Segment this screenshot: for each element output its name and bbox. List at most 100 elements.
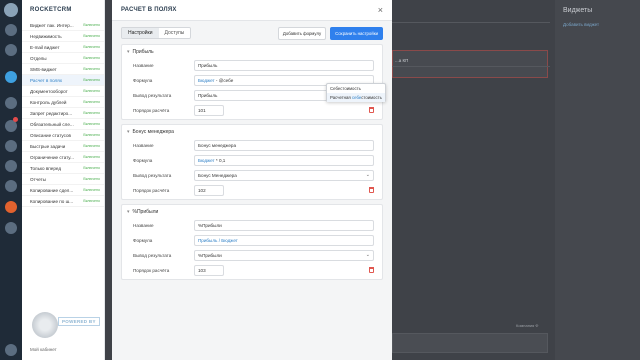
- sidebar-item[interactable]: Только вперед Включено: [22, 163, 104, 174]
- left-nav-rail: [0, 0, 22, 360]
- field-reference: Бюджет: [198, 158, 215, 163]
- sidebar-item[interactable]: Ограничение стату... Включено: [22, 152, 104, 163]
- name-input[interactable]: Бонус менеджера: [194, 140, 374, 151]
- sidebar-item[interactable]: Копирование по ш... Включено: [22, 196, 104, 207]
- field-reference: Бюджет: [198, 78, 215, 83]
- tab-settings[interactable]: Настройки: [122, 28, 159, 38]
- trash-icon[interactable]: [369, 267, 374, 273]
- status-badge: Включено: [83, 133, 100, 137]
- status-badge: Включено: [83, 23, 100, 27]
- close-icon[interactable]: ×: [378, 5, 383, 15]
- chevron-down-icon[interactable]: ▾: [127, 129, 130, 135]
- sidebar-item[interactable]: SMS-виджет Включено: [22, 64, 104, 75]
- formula-input[interactable]: Прибыль / Бюджет: [194, 235, 374, 246]
- trash-icon[interactable]: [369, 107, 374, 113]
- name-row: Название %Прибыли: [122, 220, 384, 232]
- sidebar-item[interactable]: Недвижимость Включено: [22, 31, 104, 42]
- sidebar-item[interactable]: E-mail виджет Включено: [22, 42, 104, 53]
- sidebar-item[interactable]: Отчеты Включено: [22, 174, 104, 185]
- widgets-panel: Виджеты Добавить виджет: [555, 0, 640, 360]
- widget-sidebar: ROCKETCRM Виджет пак. Интер... Включено Не…: [22, 0, 122, 360]
- sidebar-item[interactable]: Быстрые задачи Включено: [22, 141, 104, 152]
- sidebar-item[interactable]: Расчет в полях Включено: [22, 75, 104, 86]
- tab-access[interactable]: Доступы: [158, 28, 191, 38]
- bg-small-text: Компания Ф: [516, 323, 539, 328]
- bg-divider: [392, 66, 550, 67]
- section-title: %Прибыли: [132, 208, 159, 215]
- customers-icon[interactable]: [5, 97, 17, 109]
- autocomplete-option[interactable]: Расчетная себестоимость: [327, 93, 385, 102]
- leads-icon[interactable]: [5, 71, 17, 83]
- sidebar-item[interactable]: Обязательный сле... Включено: [22, 119, 104, 130]
- settings-icon[interactable]: [5, 222, 17, 234]
- sidebar-item-label: Запрет редактиро...: [30, 110, 73, 116]
- sidebar-item[interactable]: Документооборот Включено: [22, 86, 104, 97]
- bg-highlight-box: ...а КП: [392, 50, 548, 78]
- modal-toolbar: Настройки Доступы Добавить формулу Сохра…: [121, 26, 383, 40]
- sidebar-item[interactable]: Запрет редактиро... Включено: [22, 108, 104, 119]
- sidebar-item[interactable]: Копирование сдел... Включено: [22, 185, 104, 196]
- modal-title: РАСЧЕТ В ПОЛЯХ: [121, 7, 177, 13]
- status-badge: Включено: [83, 34, 100, 38]
- name-row: Название Прибыль: [122, 60, 384, 72]
- user-avatar[interactable]: [4, 3, 18, 17]
- field-label: Вывод результата: [133, 173, 172, 178]
- status-badge: Включено: [83, 166, 100, 170]
- formula-text: - @себе: [214, 78, 234, 83]
- modal-header: РАСЧЕТ В ПОЛЯХ ×: [112, 0, 392, 21]
- sidebar-item[interactable]: Отделы Включено: [22, 53, 104, 64]
- autocomplete-option[interactable]: Себестоимость: [327, 84, 385, 93]
- order-input[interactable]: 101: [194, 105, 224, 116]
- trash-icon[interactable]: [369, 187, 374, 193]
- help-icon[interactable]: [5, 344, 17, 356]
- field-label: Название: [133, 143, 154, 148]
- sidebar-item-label: E-mail виджет: [30, 44, 60, 50]
- field-label: Название: [133, 63, 154, 68]
- status-badge: Включено: [83, 199, 100, 203]
- name-input[interactable]: %Прибыли: [194, 220, 374, 231]
- order-input[interactable]: 103: [194, 265, 224, 276]
- section-header[interactable]: ▾ %Прибыли: [122, 205, 382, 218]
- order-input[interactable]: 102: [194, 185, 224, 196]
- my-account-link[interactable]: Мой кабинет: [30, 347, 57, 352]
- name-input[interactable]: Прибыль: [194, 60, 374, 71]
- section-header[interactable]: ▾ Прибыль: [122, 45, 382, 58]
- sidebar-item-label: SMS-виджет: [30, 66, 57, 72]
- dashboard-icon[interactable]: [5, 24, 17, 36]
- chevron-down-icon: ⌄: [365, 172, 370, 178]
- status-badge: Включено: [83, 100, 100, 104]
- app-root: ROCKETCRM Виджет пак. Интер... Включено Не…: [0, 0, 640, 360]
- name-row: Название Бонус менеджера: [122, 140, 384, 152]
- deals-icon[interactable]: [5, 44, 17, 56]
- sidebar-item[interactable]: Виджет пак. Интер... Включено: [22, 20, 104, 31]
- output-select[interactable]: Бонус Менеджера ⌄: [194, 170, 374, 181]
- formula-input[interactable]: Бюджет * 0,1: [194, 155, 374, 166]
- option-text: Расчетная: [330, 95, 352, 100]
- formula-section: ▾ %Прибыли Название %Прибыли Формула Прибыль …: [121, 204, 383, 280]
- chevron-down-icon[interactable]: ▾: [127, 209, 130, 215]
- status-badge: Включено: [83, 45, 100, 49]
- widgets-icon[interactable]: [5, 201, 17, 213]
- add-widget-link[interactable]: Добавить виджет: [563, 22, 599, 27]
- sidebar-item[interactable]: Контроль дублей Включено: [22, 97, 104, 108]
- lists-icon[interactable]: [5, 140, 17, 152]
- status-badge: Включено: [83, 89, 100, 93]
- section-title: Бонус менеджера: [132, 128, 174, 135]
- order-row: Порядок расчёта 101: [122, 105, 384, 117]
- section-header[interactable]: ▾ Бонус менеджера: [122, 125, 382, 138]
- widgets-title: Виджеты: [563, 7, 593, 14]
- add-formula-button[interactable]: Добавить формулу: [277, 26, 327, 40]
- field-label: Формула: [133, 238, 153, 243]
- chevron-down-icon[interactable]: ▾: [127, 49, 130, 55]
- status-badge: Включено: [83, 78, 100, 82]
- status-badge: Включено: [83, 56, 100, 60]
- sidebar-item-label: Документооборот: [30, 88, 68, 94]
- status-badge: Включено: [83, 155, 100, 159]
- field-label: Формула: [133, 78, 153, 83]
- sidebar-item[interactable]: Описание статусов Включено: [22, 130, 104, 141]
- mail-icon[interactable]: [5, 160, 17, 172]
- analytics-icon[interactable]: [5, 180, 17, 192]
- output-select[interactable]: %Прибыли ⌄: [194, 250, 374, 261]
- output-row: Вывод результата Бонус Менеджера ⌄: [122, 170, 384, 182]
- save-settings-button[interactable]: Сохранить настройки: [330, 26, 383, 40]
